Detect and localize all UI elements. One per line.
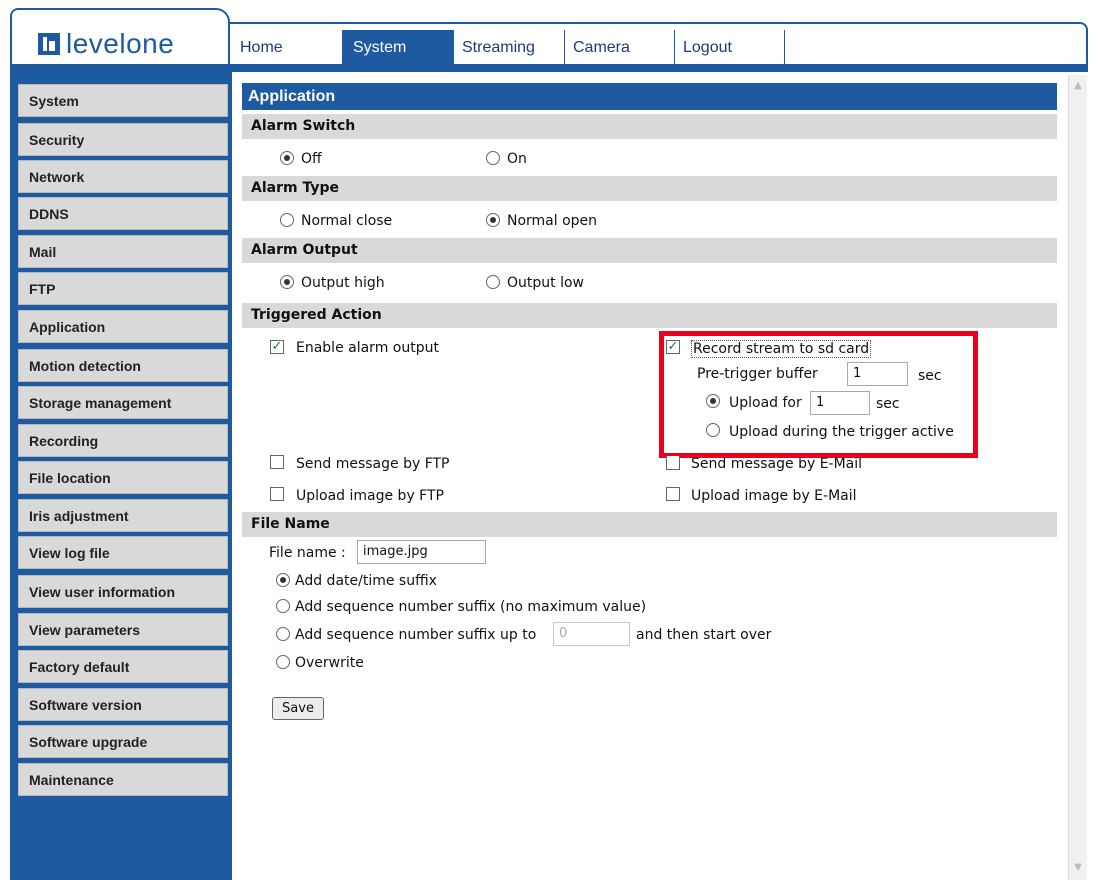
section-alarm-output: Alarm Output <box>242 238 1057 263</box>
radio-seq-upto-label: Add sequence number suffix up to <box>295 627 537 643</box>
checkbox-enable-alarm-output-label: Enable alarm output <box>296 340 439 356</box>
radio-date-suffix[interactable] <box>276 573 290 587</box>
radio-normal-close[interactable] <box>280 213 294 227</box>
radio-output-low-label: Output low <box>507 275 584 291</box>
radio-output-low[interactable] <box>486 275 500 289</box>
sidebar-item-factory-default[interactable]: Factory default <box>18 650 228 683</box>
header-divider-bar <box>10 64 1088 72</box>
sidebar-item-maintenance[interactable]: Maintenance <box>18 763 228 796</box>
tab-home[interactable]: Home <box>232 30 343 66</box>
sidebar-item-system[interactable]: System <box>18 84 228 117</box>
checkbox-upload-ftp-label: Upload image by FTP <box>296 488 444 504</box>
radio-output-high-label: Output high <box>301 275 385 291</box>
tab-system-label: System <box>353 39 407 56</box>
levelone-logo-icon <box>38 33 60 55</box>
sidebar-item-motion-detection[interactable]: Motion detection <box>18 349 228 382</box>
radio-alarm-on[interactable] <box>486 151 500 165</box>
sidebar-item-view-user-information[interactable]: View user information <box>18 575 228 608</box>
tab-logout[interactable]: Logout <box>675 30 785 66</box>
save-button[interactable]: Save <box>272 697 324 720</box>
checkbox-send-ftp[interactable] <box>270 455 284 469</box>
sidebar-item-mail[interactable]: Mail <box>18 235 228 268</box>
radio-alarm-off-label: Off <box>301 151 322 167</box>
radio-seq-suffix-label: Add sequence number suffix (no maximum v… <box>295 599 647 615</box>
checkbox-upload-email[interactable] <box>666 487 680 501</box>
sidebar-item-recording[interactable]: Recording <box>18 424 228 457</box>
radio-output-high[interactable] <box>280 275 294 289</box>
levelone-logo: levelone <box>38 28 174 60</box>
sidebar-item-software-upgrade[interactable]: Software upgrade <box>18 725 228 758</box>
checkbox-upload-email-label: Upload image by E-Mail <box>691 488 857 504</box>
radio-seq-suffix[interactable] <box>276 599 290 613</box>
scroll-up-icon[interactable]: ▲ <box>1071 79 1085 93</box>
top-nav: Home System Streaming Camera Logout <box>232 30 785 66</box>
radio-normal-close-label: Normal close <box>301 213 393 229</box>
highlight-box <box>659 331 978 458</box>
checkbox-send-email[interactable] <box>666 456 680 470</box>
sidebar-item-view-log-file[interactable]: View log file <box>18 536 228 569</box>
seq-upto-input[interactable]: 0 <box>553 622 630 646</box>
radio-normal-open-label: Normal open <box>507 213 598 229</box>
radio-overwrite-label: Overwrite <box>295 655 364 671</box>
radio-seq-upto[interactable] <box>276 627 290 641</box>
checkbox-send-ftp-label: Send message by FTP <box>296 456 450 472</box>
logo-text-part1: level <box>66 28 127 59</box>
seq-upto-after-label: and then start over <box>636 627 772 643</box>
tab-system[interactable]: System <box>343 30 454 66</box>
file-name-label: File name : <box>269 545 346 561</box>
section-alarm-switch: Alarm Switch <box>242 114 1057 139</box>
radio-alarm-on-label: On <box>507 151 527 167</box>
sidebar-item-view-parameters[interactable]: View parameters <box>18 613 228 646</box>
checkbox-enable-alarm-output[interactable]: ✓ <box>270 340 284 354</box>
section-alarm-type: Alarm Type <box>242 176 1057 201</box>
page-title: Application <box>242 83 1057 110</box>
sidebar-item-ftp[interactable]: FTP <box>18 272 228 305</box>
radio-alarm-off[interactable] <box>280 151 294 165</box>
sidebar-item-ddns[interactable]: DDNS <box>18 197 228 230</box>
scroll-down-icon[interactable]: ▼ <box>1071 861 1085 875</box>
sidebar-item-file-location[interactable]: File location <box>18 461 228 494</box>
tab-streaming[interactable]: Streaming <box>454 30 565 66</box>
sidebar-item-application[interactable]: Application <box>18 310 228 343</box>
sidebar: System Security Network DDNS Mail FTP Ap… <box>10 72 232 880</box>
checkbox-send-email-label: Send message by E-Mail <box>691 456 863 472</box>
sidebar-item-iris-adjustment[interactable]: Iris adjustment <box>18 499 228 532</box>
sidebar-item-storage-management[interactable]: Storage management <box>18 386 228 419</box>
radio-overwrite[interactable] <box>276 655 290 669</box>
radio-normal-open[interactable] <box>486 213 500 227</box>
file-name-input[interactable]: image.jpg <box>357 540 486 564</box>
sidebar-item-security[interactable]: Security <box>18 123 228 156</box>
checkbox-upload-ftp[interactable] <box>270 487 284 501</box>
logo-text-part2: one <box>126 28 175 59</box>
vertical-scrollbar[interactable]: ▲ ▼ <box>1068 75 1087 880</box>
section-triggered-action: Triggered Action <box>242 303 1057 328</box>
tab-camera[interactable]: Camera <box>565 30 675 66</box>
section-file-name: File Name <box>242 512 1057 537</box>
sidebar-item-software-version[interactable]: Software version <box>18 688 228 721</box>
sidebar-item-network[interactable]: Network <box>18 160 228 193</box>
radio-date-suffix-label: Add date/time suffix <box>295 573 437 589</box>
